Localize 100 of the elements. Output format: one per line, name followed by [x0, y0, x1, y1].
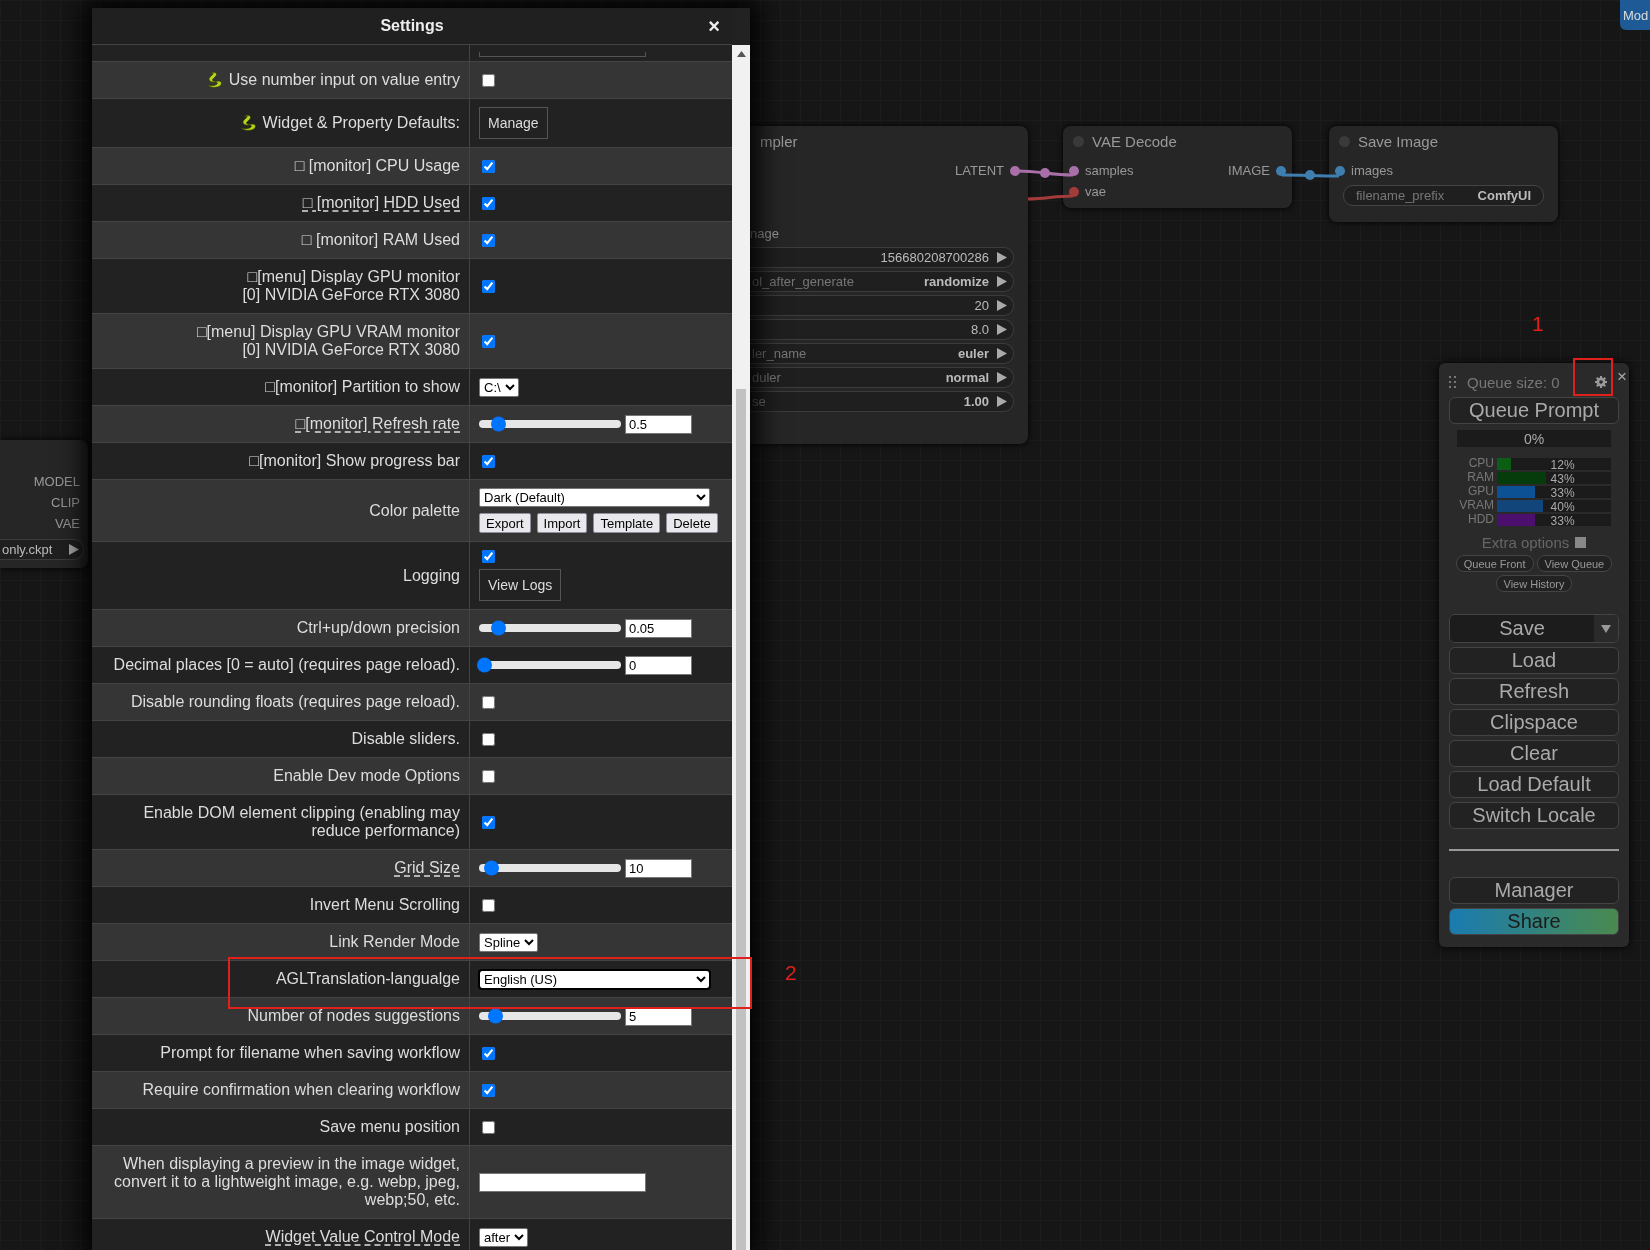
scrollbar[interactable]: [732, 45, 750, 1250]
slider-thumb[interactable]: [491, 416, 507, 432]
link-wire: [1016, 168, 1074, 178]
dropdown[interactable]: C:\: [479, 377, 519, 397]
checkbox[interactable]: [482, 159, 495, 173]
checkbox[interactable]: [1575, 537, 1587, 548]
number-field[interactable]: 0: [625, 655, 692, 675]
dropdown[interactable]: English (US): [479, 969, 710, 989]
node-widget[interactable]: 8.0: [750, 319, 1014, 340]
palette-button[interactable]: Export: [479, 513, 531, 533]
dropdown[interactable]: Dark (Default): [479, 488, 710, 507]
setting-label: Save menu position: [319, 1118, 460, 1136]
checkbox[interactable]: [482, 898, 495, 912]
slider-thumb[interactable]: [477, 657, 492, 673]
queue-prompt-button[interactable]: Queue Prompt: [1449, 397, 1619, 424]
checkbox[interactable]: [482, 732, 495, 746]
node-widget[interactable]: filename_prefix ComfyUI: [1343, 185, 1544, 206]
palette-button[interactable]: Import: [536, 513, 588, 533]
node-widget[interactable]: ol_after_generate randomize: [750, 271, 1014, 292]
menu-button[interactable]: Switch Locale: [1449, 802, 1619, 829]
setting-label: □ [monitor] RAM Used: [301, 231, 460, 249]
checkbox[interactable]: [482, 769, 495, 783]
scroll-up-icon[interactable]: [736, 51, 746, 57]
monitor-label: GPU: [1467, 485, 1495, 498]
arrow-right-icon: [997, 348, 1007, 359]
palette-button[interactable]: Template: [593, 513, 661, 533]
checkbox[interactable]: [482, 550, 495, 563]
dropdown[interactable]: after: [479, 1227, 528, 1247]
save-button[interactable]: Save: [1449, 614, 1619, 643]
checkbox[interactable]: [482, 1120, 495, 1134]
close-button[interactable]: ×: [704, 16, 724, 36]
setting-label: □[monitor] Show progress bar: [249, 452, 460, 470]
node-widget[interactable]: 156680208700286: [750, 247, 1014, 268]
chevron-down-icon: [696, 975, 706, 983]
save-button[interactable]: Save: [1450, 615, 1594, 642]
checkbox[interactable]: [482, 454, 495, 468]
checkbox[interactable]: [482, 334, 495, 348]
menu-button[interactable]: Load Default: [1449, 771, 1619, 798]
arrow-right-icon: [997, 396, 1007, 407]
slider-thumb[interactable]: [491, 620, 507, 636]
checkbox[interactable]: [482, 1083, 495, 1097]
arrow-right-icon: [997, 324, 1007, 335]
monitor-label: VRAM: [1458, 499, 1495, 512]
monitor-reading: 33%: [1550, 514, 1575, 528]
number-field[interactable]: 0.5: [625, 414, 692, 434]
setting-label: Link Render Mode: [329, 933, 460, 951]
menu-button[interactable]: Clear: [1449, 740, 1619, 767]
setting-label: Disable sliders.: [351, 730, 460, 748]
model-widget[interactable]: only.ckpt: [0, 539, 84, 560]
monitor-reading: 33%: [1550, 486, 1575, 500]
setting-label: Number of nodes suggestions: [247, 1007, 460, 1025]
manage-button[interactable]: Manage: [479, 107, 548, 139]
queue-size-label: Queue size: 0: [1467, 373, 1561, 391]
number-field[interactable]: 0.05: [625, 618, 692, 638]
link-wire: [1027, 194, 1074, 201]
node-widget[interactable]: 20: [750, 295, 1014, 316]
node-title: VAE Decode: [1092, 132, 1177, 150]
palette-button[interactable]: Delete: [666, 513, 718, 533]
manager-button[interactable]: Manager: [1449, 877, 1619, 904]
setting-label: Disable rounding floats (requires page reload).: [130, 693, 460, 711]
monitor-label: RAM: [1466, 471, 1495, 484]
setting-label: Ctrl+up/down precision: [296, 619, 460, 637]
setting-label: □[menu] Display GPU monitor [0] NVIDIA GeForce RTX 3080: [242, 268, 460, 304]
annotation-number: 1: [1532, 312, 1544, 336]
checkbox[interactable]: [482, 73, 495, 87]
checkbox[interactable]: [482, 279, 495, 293]
node-widget[interactable]: duler normal: [750, 367, 1014, 388]
setting-label: Grid Size: [394, 859, 460, 877]
small-button[interactable]: View History: [1495, 575, 1573, 592]
arrow-right-icon: [997, 372, 1007, 383]
input-dot: [1335, 165, 1345, 176]
mode-button[interactable]: Mod: [1620, 0, 1650, 30]
checkbox[interactable]: [482, 815, 495, 829]
node-widget[interactable]: se 1.00: [750, 391, 1014, 412]
text-field[interactable]: [479, 51, 646, 57]
menu-button[interactable]: Clipspace: [1449, 709, 1619, 736]
checkbox[interactable]: [482, 233, 495, 247]
monitor-reading: 12%: [1550, 458, 1575, 472]
dropdown[interactable]: Spline: [479, 932, 539, 952]
menu-button[interactable]: Refresh: [1449, 678, 1619, 705]
node-widget[interactable]: ler_name euler: [750, 343, 1014, 364]
output-label: MODEL: [33, 474, 80, 489]
slider-thumb[interactable]: [484, 860, 500, 876]
checkbox[interactable]: [482, 695, 495, 709]
share-button[interactable]: Share: [1449, 908, 1619, 935]
input-label: samples: [1085, 163, 1134, 178]
setting-label: □[menu] Display GPU VRAM monitor [0] NVIDIA GeForce RTX 3080: [196, 323, 460, 359]
view-logs-button[interactable]: View Logs: [479, 569, 562, 601]
small-button[interactable]: Queue Front: [1455, 555, 1534, 572]
small-button[interactable]: View Queue: [1536, 555, 1613, 572]
menu-button[interactable]: Load: [1449, 647, 1619, 674]
text-field[interactable]: [479, 1172, 646, 1192]
monitor-reading: 43%: [1550, 472, 1575, 486]
number-field[interactable]: 10: [625, 858, 692, 878]
arrow-right-icon: [997, 276, 1007, 287]
link-wire: [1282, 170, 1339, 180]
caret-icon[interactable]: [1594, 615, 1618, 642]
close-button[interactable]: ×: [1617, 367, 1627, 387]
checkbox[interactable]: [482, 1046, 495, 1060]
checkbox[interactable]: [482, 196, 495, 210]
